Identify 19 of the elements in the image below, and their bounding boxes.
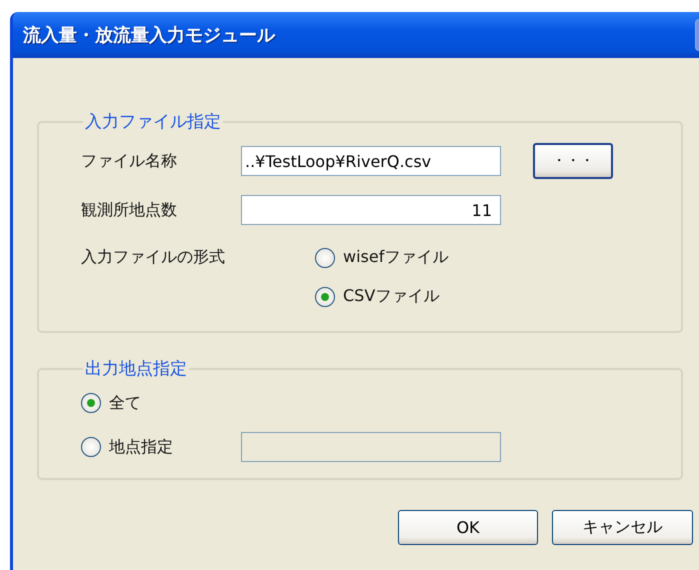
radio-button[interactable]: [315, 248, 335, 268]
field-label: 観測所地点数: [81, 200, 178, 220]
browse-button[interactable]: ・・・: [533, 143, 613, 179]
radio-option[interactable]: 全て: [81, 392, 141, 414]
window-title: 流入量・放流量入力モジュール: [23, 24, 276, 47]
radio-button[interactable]: [315, 286, 335, 306]
ok-button[interactable]: OK: [398, 510, 538, 545]
group-title: 出力地点指定: [84, 358, 188, 380]
group-title: 入力ファイル指定: [84, 111, 222, 133]
input-field[interactable]: ..¥TestLoop¥RiverQ.csv: [241, 146, 501, 176]
radio-option[interactable]: wisefファイル: [315, 247, 448, 268]
field-label: 入力ファイルの形式: [81, 247, 226, 268]
radio-button[interactable]: [81, 393, 101, 413]
radio-button[interactable]: [81, 437, 101, 457]
radio-option[interactable]: 地点指定: [81, 436, 241, 458]
cancel-button[interactable]: キャンセル: [552, 510, 693, 545]
input-field[interactable]: 11: [241, 195, 501, 225]
radio-option[interactable]: CSVファイル: [315, 286, 448, 307]
field-label: ファイル名称: [81, 150, 178, 172]
